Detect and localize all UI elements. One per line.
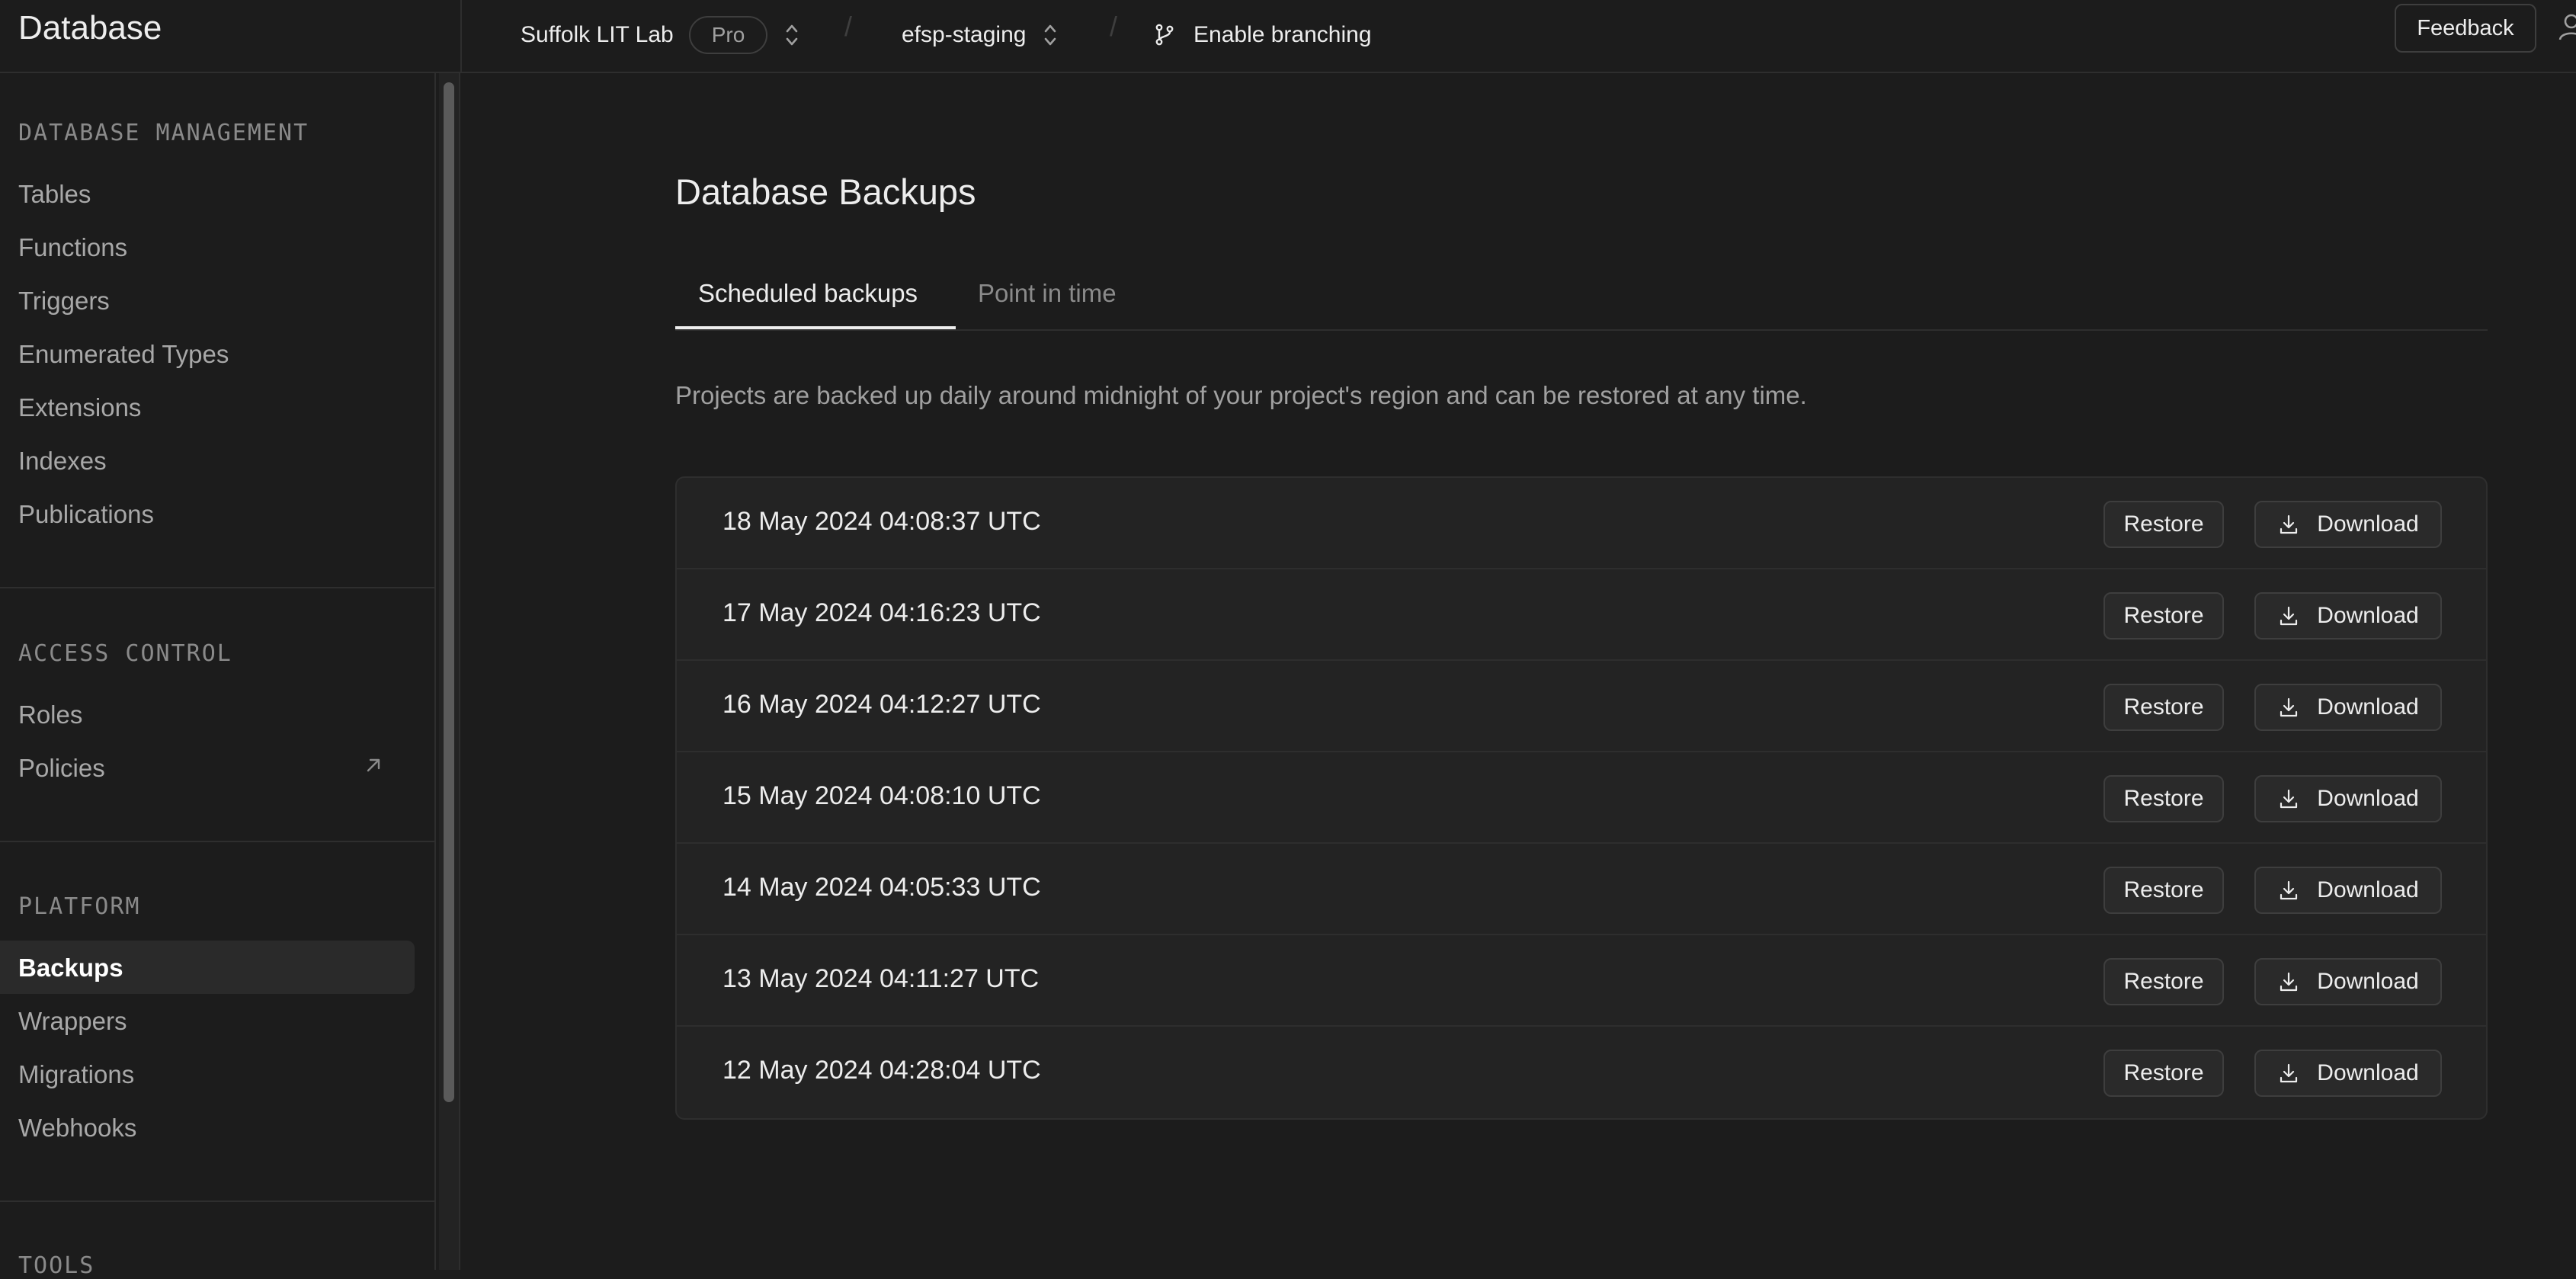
restore-button[interactable]: Restore (2103, 958, 2224, 1005)
tabs-baseline (675, 329, 2488, 331)
user-icon[interactable] (2556, 11, 2576, 41)
section-title-platform: PLATFORM (18, 893, 141, 920)
feedback-button[interactable]: Feedback (2395, 4, 2536, 53)
download-label: Download (2317, 877, 2419, 902)
enable-branching-button[interactable]: Enable branching (1152, 14, 1372, 56)
download-button[interactable]: Download (2254, 775, 2442, 822)
section-title-access-control: ACCESS CONTROL (18, 640, 232, 667)
project-switcher[interactable]: efsp-staging (902, 14, 1058, 56)
sidebar-item-wrappers[interactable]: Wrappers (18, 1007, 127, 1036)
backup-timestamp: 16 May 2024 04:12:27 UTC (722, 690, 1041, 719)
plan-badge: Pro (688, 16, 768, 54)
download-icon (2280, 514, 2298, 534)
tab-scheduled-backups[interactable]: Scheduled backups (698, 279, 918, 308)
sidebar-item-tables[interactable]: Tables (18, 180, 91, 209)
backups-description: Projects are backed up daily around midn… (675, 381, 1807, 409)
download-icon (2280, 697, 2298, 717)
backup-row: 14 May 2024 04:05:33 UTC Restore Downloa… (677, 844, 2486, 935)
download-icon (2280, 972, 2298, 992)
download-label: Download (2317, 1060, 2419, 1085)
download-icon (2280, 789, 2298, 809)
breadcrumb-separator: / (1110, 11, 1118, 42)
backup-row: 17 May 2024 04:16:23 UTC Restore Downloa… (677, 569, 2486, 661)
breadcrumb-separator: / (844, 11, 853, 42)
backup-row: 15 May 2024 04:08:10 UTC Restore Downloa… (677, 752, 2486, 844)
sidebar-item-enumerated-types[interactable]: Enumerated Types (18, 340, 229, 369)
backup-timestamp: 18 May 2024 04:08:37 UTC (722, 507, 1041, 536)
external-link-icon (367, 758, 380, 772)
sidebar-item-publications[interactable]: Publications (18, 500, 154, 529)
download-button[interactable]: Download (2254, 958, 2442, 1005)
download-icon (2280, 880, 2298, 900)
backup-row: 18 May 2024 04:08:37 UTC Restore Downloa… (677, 478, 2486, 569)
sidebar-item-roles[interactable]: Roles (18, 700, 82, 729)
sidebar-divider (0, 841, 436, 842)
download-label: Download (2317, 694, 2419, 720)
sidebar-item-webhooks[interactable]: Webhooks (18, 1114, 136, 1143)
chevron-up-down-icon (1045, 24, 1056, 46)
sidebar-divider (0, 587, 436, 588)
backup-row: 12 May 2024 04:28:04 UTC Restore Downloa… (677, 1027, 2486, 1118)
sidebar-divider (0, 1200, 436, 1202)
chevron-up-down-icon (786, 24, 798, 46)
top-bar: Database Suffolk LIT Lab Pro / efsp-stag… (0, 0, 2576, 73)
org-switcher[interactable]: Suffolk LIT Lab Pro (521, 14, 799, 56)
backup-row: 13 May 2024 04:11:27 UTC Restore Downloa… (677, 935, 2486, 1027)
section-title-database-management: DATABASE MANAGEMENT (18, 120, 309, 146)
download-icon (2280, 606, 2298, 626)
restore-button[interactable]: Restore (2103, 684, 2224, 731)
sidebar-item-backups[interactable]: Backups (18, 954, 123, 982)
restore-button[interactable]: Restore (2103, 867, 2224, 914)
backup-timestamp: 14 May 2024 04:05:33 UTC (722, 873, 1041, 902)
app-title: Database (18, 9, 162, 46)
download-button[interactable]: Download (2254, 867, 2442, 914)
tab-point-in-time[interactable]: Point in time (978, 279, 1117, 308)
backup-timestamp: 15 May 2024 04:08:10 UTC (722, 781, 1041, 810)
restore-button[interactable]: Restore (2103, 1050, 2224, 1097)
sidebar-item-functions[interactable]: Functions (18, 233, 127, 262)
download-label: Download (2317, 511, 2419, 537)
download-button[interactable]: Download (2254, 1050, 2442, 1097)
sidebar-scrollbar-thumb[interactable] (444, 82, 454, 1102)
sidebar-item-extensions[interactable]: Extensions (18, 393, 141, 422)
download-label: Download (2317, 786, 2419, 811)
branching-label: Enable branching (1193, 22, 1372, 47)
org-name: Suffolk LIT Lab (521, 22, 674, 47)
project-name: efsp-staging (902, 22, 1027, 47)
sidebar-item-policies[interactable]: Policies (18, 754, 105, 783)
backups-list: 18 May 2024 04:08:37 UTC Restore Downloa… (675, 476, 2488, 1120)
sidebar-item-indexes[interactable]: Indexes (18, 447, 107, 476)
download-button[interactable]: Download (2254, 592, 2442, 640)
download-button[interactable]: Download (2254, 684, 2442, 731)
backup-timestamp: 12 May 2024 04:28:04 UTC (722, 1056, 1041, 1085)
topbar-divider (460, 0, 462, 73)
download-button[interactable]: Download (2254, 501, 2442, 548)
restore-button[interactable]: Restore (2103, 775, 2224, 822)
download-label: Download (2317, 969, 2419, 994)
restore-button[interactable]: Restore (2103, 501, 2224, 548)
download-label: Download (2317, 603, 2419, 628)
backup-timestamp: 13 May 2024 04:11:27 UTC (722, 964, 1040, 993)
backup-row: 16 May 2024 04:12:27 UTC Restore Downloa… (677, 661, 2486, 752)
download-icon (2280, 1063, 2298, 1083)
active-tab-indicator (675, 326, 956, 329)
backup-timestamp: 17 May 2024 04:16:23 UTC (722, 598, 1041, 627)
page-title: Database Backups (675, 171, 976, 212)
sidebar-item-triggers[interactable]: Triggers (18, 287, 110, 316)
git-branch-icon (1155, 24, 1174, 46)
sidebar-item-migrations[interactable]: Migrations (18, 1060, 134, 1089)
section-title-tools: TOOLS (18, 1252, 95, 1279)
restore-button[interactable]: Restore (2103, 592, 2224, 640)
